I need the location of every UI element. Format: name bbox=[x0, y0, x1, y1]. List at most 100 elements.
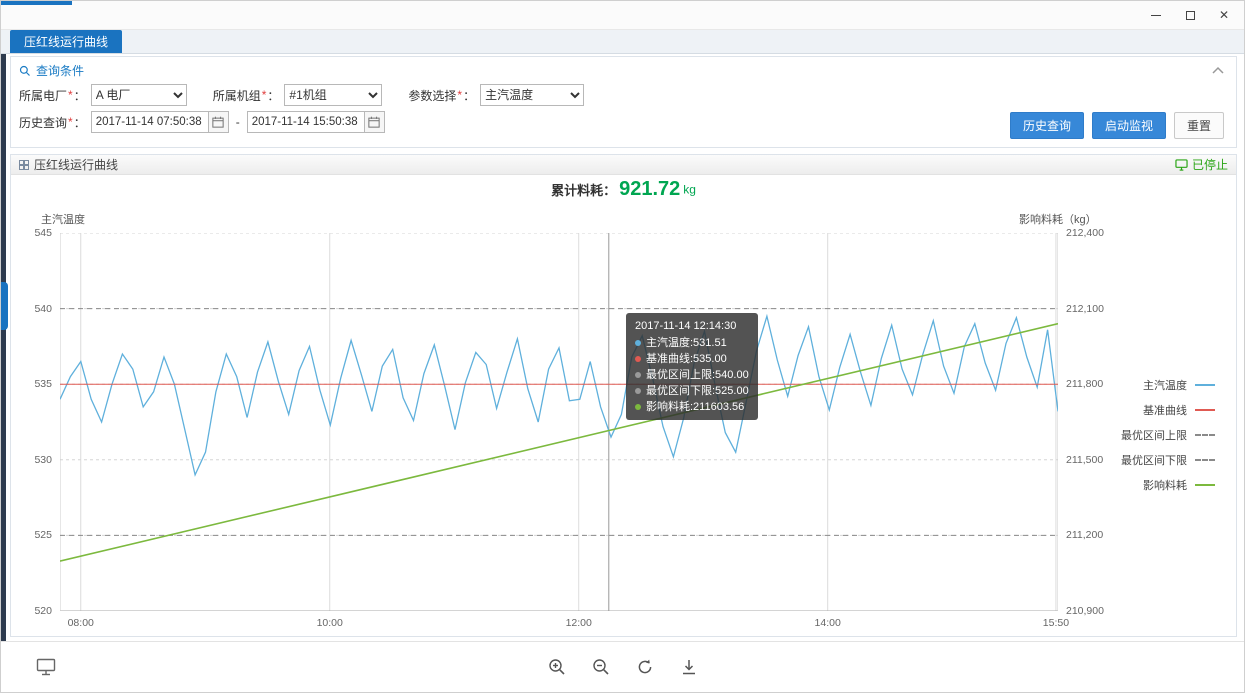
legend-line-sample bbox=[1195, 484, 1215, 486]
minimize-button[interactable] bbox=[1139, 0, 1173, 30]
legend-label: 最优区间上限 bbox=[1121, 427, 1187, 443]
query-header-label: 查询条件 bbox=[36, 62, 84, 79]
plant-select[interactable]: A 电厂 bbox=[91, 84, 187, 106]
refresh-icon bbox=[636, 658, 654, 676]
legend-label: 最优区间下限 bbox=[1121, 452, 1187, 468]
chart-plot[interactable] bbox=[60, 233, 1058, 611]
minimize-icon bbox=[1151, 15, 1161, 16]
required-mark: * bbox=[68, 88, 73, 102]
y-right-tick-label: 211,200 bbox=[1066, 529, 1103, 541]
unit-select[interactable]: #1机组 bbox=[284, 84, 382, 106]
total-value: 921.72 bbox=[619, 178, 680, 200]
grid-icon bbox=[19, 160, 29, 170]
chart-legend: 主汽温度基准曲线最优区间上限最优区间下限影响料耗 bbox=[1103, 377, 1215, 502]
zoom-in-icon bbox=[548, 658, 566, 676]
history-query-button[interactable]: 历史查询 bbox=[1010, 112, 1084, 139]
search-icon bbox=[19, 65, 31, 77]
title-accent-bar bbox=[0, 0, 72, 5]
y-left-tick-label: 525 bbox=[34, 529, 52, 541]
calendar-icon bbox=[368, 116, 380, 128]
status-indicator: 已停止 bbox=[1175, 156, 1228, 173]
reset-button[interactable]: 重置 bbox=[1174, 112, 1224, 139]
calendar-icon bbox=[212, 116, 224, 128]
y-left-tick-label: 530 bbox=[34, 454, 52, 466]
sidebar-collapsed-strip bbox=[0, 54, 6, 641]
parameter-select[interactable]: 主汽温度 bbox=[480, 84, 584, 106]
y-left-tick-label: 535 bbox=[34, 378, 52, 390]
y-right-tick-label: 212,400 bbox=[1066, 227, 1104, 239]
y-left-tick-label: 545 bbox=[34, 227, 52, 239]
history-range-field: 历史查询*： - bbox=[19, 111, 385, 133]
unit-label: 所属机组 bbox=[213, 87, 261, 104]
y-right-tick-label: 211,800 bbox=[1066, 378, 1103, 390]
unit-field: 所属机组*： #1机组 bbox=[213, 84, 383, 106]
x-tick-label: 08:00 bbox=[68, 617, 94, 629]
zoom-in-button[interactable] bbox=[546, 656, 568, 681]
label-colon: ： bbox=[267, 87, 279, 104]
legend-line-sample bbox=[1195, 459, 1215, 461]
end-time-input[interactable] bbox=[247, 111, 365, 133]
required-mark: * bbox=[262, 88, 267, 102]
plant-field: 所属电厂*： A 电厂 bbox=[19, 84, 187, 106]
range-separator: - bbox=[236, 115, 240, 129]
collapse-panel-button[interactable] bbox=[1210, 62, 1226, 76]
legend-item[interactable]: 最优区间下限 bbox=[1103, 452, 1215, 468]
x-axis: 08:0010:0012:0014:0015:50 bbox=[60, 617, 1058, 633]
total-label: 累计料耗： bbox=[551, 183, 616, 198]
chart-toolbar bbox=[546, 656, 700, 681]
start-time-input[interactable] bbox=[91, 111, 209, 133]
zoom-out-icon bbox=[592, 658, 610, 676]
close-button[interactable]: ✕ bbox=[1207, 0, 1241, 30]
download-button[interactable] bbox=[678, 656, 700, 681]
y-axis-left-title: 主汽温度 bbox=[41, 211, 85, 227]
history-label: 历史查询 bbox=[19, 114, 67, 131]
legend-item[interactable]: 基准曲线 bbox=[1103, 402, 1215, 418]
refresh-button[interactable] bbox=[634, 656, 656, 681]
x-tick-label: 10:00 bbox=[317, 617, 343, 629]
y-right-tick-label: 211,500 bbox=[1066, 454, 1103, 466]
status-text: 已停止 bbox=[1192, 156, 1228, 173]
start-monitor-button[interactable]: 启动监视 bbox=[1092, 112, 1166, 139]
monitor-icon bbox=[1175, 159, 1188, 171]
main-content: 查询条件 所属电厂*： A 电厂 所属机组*： #1机组 参数选择*： 主汽温度… bbox=[0, 54, 1245, 641]
maximize-button[interactable] bbox=[1173, 0, 1207, 30]
query-row-1: 所属电厂*： A 电厂 所属机组*： #1机组 参数选择*： 主汽温度 bbox=[11, 81, 1236, 108]
series-影响料耗 bbox=[60, 324, 1058, 561]
query-panel: 查询条件 所属电厂*： A 电厂 所属机组*： #1机组 参数选择*： 主汽温度… bbox=[10, 56, 1237, 148]
chart-panel-header: 压红线运行曲线 已停止 bbox=[11, 155, 1236, 175]
y-right-tick-label: 210,900 bbox=[1066, 605, 1104, 617]
chart-panel-title: 压红线运行曲线 bbox=[34, 156, 118, 173]
x-tick-label: 14:00 bbox=[815, 617, 841, 629]
y-axis-left: 545540535530525520 bbox=[19, 233, 55, 611]
parameter-label: 参数选择 bbox=[408, 87, 456, 104]
sidebar-toggle-handle[interactable] bbox=[0, 282, 8, 330]
tab-curve[interactable]: 压红线运行曲线 bbox=[10, 30, 122, 53]
close-icon: ✕ bbox=[1219, 8, 1229, 22]
maximize-icon bbox=[1186, 11, 1195, 20]
parameter-field: 参数选择*： 主汽温度 bbox=[408, 84, 584, 106]
chevron-up-icon bbox=[1212, 66, 1224, 74]
legend-label: 主汽温度 bbox=[1143, 377, 1187, 393]
total-unit: kg bbox=[683, 183, 696, 197]
label-colon: ： bbox=[74, 87, 86, 104]
zoom-out-button[interactable] bbox=[590, 656, 612, 681]
legend-label: 影响料耗 bbox=[1143, 477, 1187, 493]
y-left-tick-label: 540 bbox=[34, 303, 52, 315]
device-button[interactable] bbox=[34, 656, 58, 681]
legend-item[interactable]: 最优区间上限 bbox=[1103, 427, 1215, 443]
window-controls: ✕ bbox=[1139, 0, 1241, 30]
legend-item[interactable]: 影响料耗 bbox=[1103, 477, 1215, 493]
total-consumption: 累计料耗：921.72kg bbox=[11, 175, 1236, 201]
legend-item[interactable]: 主汽温度 bbox=[1103, 377, 1215, 393]
plant-label: 所属电厂 bbox=[19, 87, 67, 104]
legend-line-sample bbox=[1195, 434, 1215, 436]
query-header: 查询条件 bbox=[11, 57, 1236, 81]
series-主汽温度 bbox=[60, 316, 1058, 475]
query-buttons: 历史查询 启动监视 重置 bbox=[1010, 112, 1224, 139]
label-colon: ： bbox=[463, 87, 475, 104]
required-mark: * bbox=[457, 88, 462, 102]
start-calendar-button[interactable] bbox=[209, 111, 229, 133]
y-axis-right-title: 影响料耗（kg） bbox=[1019, 211, 1097, 227]
end-calendar-button[interactable] bbox=[365, 111, 385, 133]
legend-line-sample bbox=[1195, 384, 1215, 386]
